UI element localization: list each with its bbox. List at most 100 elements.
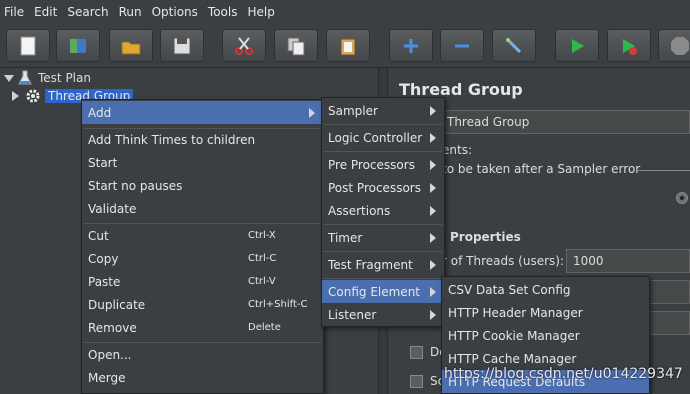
threads-label: r of Threads (users): xyxy=(442,254,564,268)
shortcut-remove: Delete xyxy=(248,322,281,333)
menu-item-open[interactable]: Open... xyxy=(82,343,323,366)
loop-count-input[interactable] xyxy=(648,311,690,335)
menu-separator xyxy=(324,124,442,125)
collapse-arrow-icon[interactable] xyxy=(12,91,19,101)
menu-label-copy: Copy xyxy=(88,251,119,266)
delay-checkbox[interactable] xyxy=(410,346,423,359)
comments-label: ents: xyxy=(442,143,472,157)
submenu-label-sampler: Sampler xyxy=(328,103,378,118)
submenu-arrow-icon xyxy=(430,205,436,216)
menu-item-cut[interactable]: Cut Ctrl-X xyxy=(82,224,323,247)
submenu-item-logic-controller[interactable]: Logic Controller xyxy=(322,126,444,149)
copy-button[interactable] xyxy=(274,29,318,62)
config-item-http-cookie-manager[interactable]: HTTP Cookie Manager xyxy=(442,324,649,347)
submenu-item-timer[interactable]: Timer xyxy=(322,226,444,249)
collapse-icon xyxy=(455,44,469,47)
submenu-label-config-element: Config Element xyxy=(328,284,420,299)
config-label-csv-data-set: CSV Data Set Config xyxy=(448,282,571,297)
menu-label-cut: Cut xyxy=(88,228,109,243)
menu-options[interactable]: Options xyxy=(152,5,198,19)
submenu-item-pre-processors[interactable]: Pre Processors xyxy=(322,153,444,176)
new-button[interactable] xyxy=(6,29,50,62)
context-menu: Add Add Think Times to children Start St… xyxy=(81,99,324,394)
menu-tools[interactable]: Tools xyxy=(208,5,238,19)
collapse-button[interactable] xyxy=(440,29,484,62)
menu-label-add-think-times: Add Think Times to children xyxy=(88,132,256,147)
copy-icon xyxy=(287,37,305,55)
menu-separator xyxy=(324,278,442,279)
toggle-button[interactable] xyxy=(492,29,536,62)
stop-button[interactable] xyxy=(658,29,690,62)
menu-help[interactable]: Help xyxy=(247,5,274,19)
ramp-up-input[interactable] xyxy=(648,280,690,304)
toolbar xyxy=(0,23,690,68)
menu-search[interactable]: Search xyxy=(67,5,108,19)
menu-item-add[interactable]: Add xyxy=(82,101,323,124)
tree-item-test-plan[interactable]: Test Plan xyxy=(4,69,91,87)
menu-item-validate[interactable]: Validate xyxy=(82,197,323,220)
submenu-item-assertions[interactable]: Assertions xyxy=(322,199,444,222)
start-button[interactable] xyxy=(555,29,599,62)
config-item-http-header-manager[interactable]: HTTP Header Manager xyxy=(442,301,649,324)
menu-separator xyxy=(324,224,442,225)
expand-icon xyxy=(404,38,418,53)
submenu-arrow-icon xyxy=(430,232,436,243)
expand-arrow-icon[interactable] xyxy=(4,74,14,82)
menu-item-paste[interactable]: Paste Ctrl-V xyxy=(82,270,323,293)
shortcut-copy: Ctrl-C xyxy=(248,253,277,264)
submenu-item-post-processors[interactable]: Post Processors xyxy=(322,176,444,199)
menu-label-remove: Remove xyxy=(88,320,137,335)
menu-item-merge[interactable]: Merge xyxy=(82,366,323,389)
threads-input[interactable]: 1000 xyxy=(566,249,690,273)
submenu-label-test-fragment: Test Fragment xyxy=(328,257,413,272)
save-button[interactable] xyxy=(160,29,204,62)
submenu-arrow-icon xyxy=(430,182,436,193)
scheduler-checkbox[interactable] xyxy=(410,375,423,388)
submenu-arrow-icon xyxy=(430,132,436,143)
menu-edit[interactable]: Edit xyxy=(34,5,57,19)
name-field[interactable]: Thread Group xyxy=(440,110,690,134)
submenu-item-listener[interactable]: Listener xyxy=(322,303,444,326)
menu-label-start-no-pauses: Start no pauses xyxy=(88,178,183,193)
menu-item-duplicate[interactable]: Duplicate Ctrl+Shift-C xyxy=(82,293,323,316)
submenu-arrow-icon xyxy=(430,259,436,270)
menu-label-start: Start xyxy=(88,155,118,170)
start-no-pauses-button[interactable] xyxy=(607,29,651,62)
expand-button[interactable] xyxy=(389,29,433,62)
cut-button[interactable] xyxy=(222,29,266,62)
menu-item-start[interactable]: Start xyxy=(82,151,323,174)
paste-icon xyxy=(340,38,356,55)
submenu-arrow-icon xyxy=(430,309,436,320)
flask-icon xyxy=(18,70,32,85)
start-icon xyxy=(572,38,584,53)
templates-button[interactable] xyxy=(56,29,100,62)
menu-item-copy[interactable]: Copy Ctrl-C xyxy=(82,247,323,270)
menu-item-add-think-times[interactable]: Add Think Times to children xyxy=(82,128,323,151)
radio-continue[interactable] xyxy=(676,192,688,204)
stop-icon xyxy=(671,36,689,55)
submenu-item-config-element[interactable]: Config Element xyxy=(322,280,444,303)
open-button[interactable] xyxy=(109,29,153,62)
menu-run[interactable]: Run xyxy=(119,5,142,19)
submenu-arrow-icon xyxy=(430,159,436,170)
templates-icon xyxy=(70,38,86,53)
menu-bar: File Edit Search Run Options Tools Help xyxy=(0,0,690,23)
menu-file[interactable]: File xyxy=(4,5,24,19)
cut-icon xyxy=(235,36,253,55)
submenu-arrow-icon xyxy=(430,286,436,297)
submenu-arrow-icon xyxy=(430,105,436,116)
paste-button[interactable] xyxy=(326,29,370,62)
submenu-label-pre-processors: Pre Processors xyxy=(328,157,415,172)
start-no-pauses-icon xyxy=(623,38,637,55)
menu-label-paste: Paste xyxy=(88,274,121,289)
menu-item-remove[interactable]: Remove Delete xyxy=(82,316,323,339)
shortcut-paste: Ctrl-V xyxy=(248,276,276,287)
menu-label-open: Open... xyxy=(88,347,132,362)
open-icon xyxy=(121,41,141,54)
submenu-item-test-fragment[interactable]: Test Fragment xyxy=(322,253,444,276)
menu-item-start-no-pauses[interactable]: Start no pauses xyxy=(82,174,323,197)
config-item-csv-data-set[interactable]: CSV Data Set Config xyxy=(442,278,649,301)
config-label-http-cache-manager: HTTP Cache Manager xyxy=(448,351,577,366)
thread-properties-label: Properties xyxy=(450,230,521,244)
submenu-item-sampler[interactable]: Sampler xyxy=(322,99,444,122)
